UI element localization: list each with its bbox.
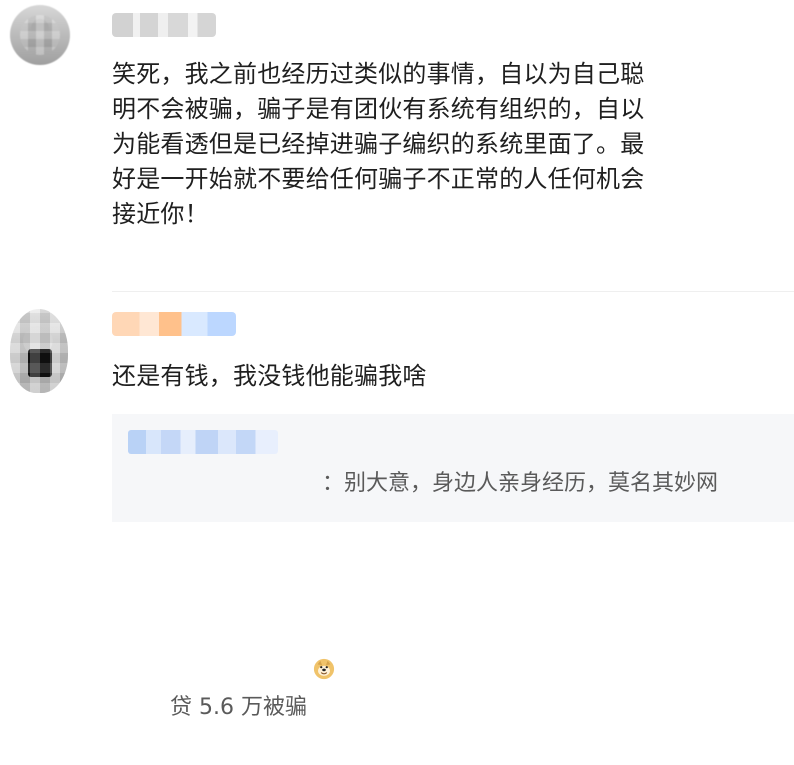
reply-box: ：别大意，身边人亲身经历，莫名其妙网 贷 5.6 万被骗 — [112, 414, 794, 720]
comment-text: 还是有钱，我没钱他能骗我啥 — [112, 362, 427, 390]
blurred-username[interactable] — [112, 312, 236, 336]
avatar[interactable] — [10, 5, 70, 65]
blurred-username[interactable] — [112, 13, 216, 37]
reply-line-2: 贷 5.6 万被骗 — [169, 695, 307, 720]
avatar[interactable] — [10, 309, 68, 393]
reply-text: ：别大意，身边人亲身经历，莫名其妙网 贷 5.6 万被骗 — [128, 427, 778, 765]
comment-divider — [112, 291, 794, 292]
comment-text: 笑死，我之前也经历过类似的事情，自以为自己聪 明不会被骗，骗子是有团伙有系统有组… — [112, 60, 645, 228]
reply-line-1: ：别大意，身边人亲身经历，莫名其妙网 — [321, 471, 718, 496]
doge-icon — [313, 579, 335, 680]
